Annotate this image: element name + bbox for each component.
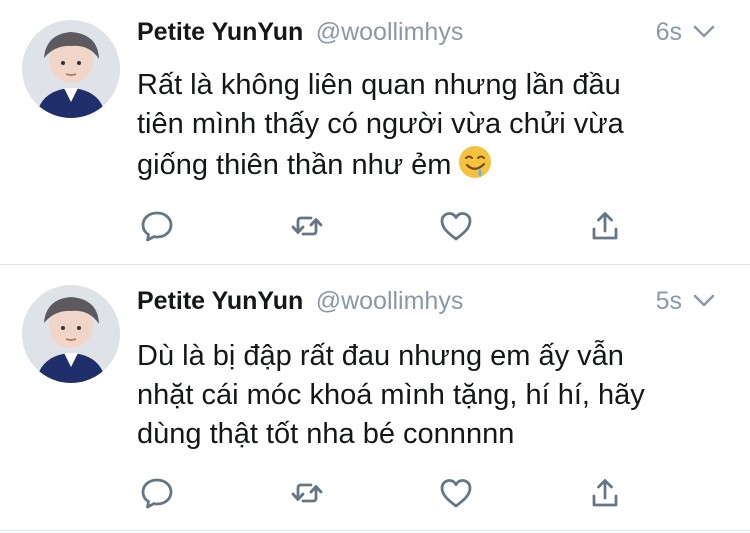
drooling-face-emoji: [459, 146, 492, 178]
tweet-text-line: dùng thật tốt nha bé connnnn: [137, 418, 515, 450]
reply-button[interactable]: [137, 473, 177, 513]
handle[interactable]: @woollimhys: [316, 18, 464, 46]
tweet[interactable]: Petite YunYun @woollimhys 6s Rất là khôn…: [0, 0, 750, 264]
tweet-text-line: tiên mình thấy có người vừa chửi vừa: [137, 108, 624, 140]
tweet-header: Petite YunYun @woollimhys 6s: [137, 18, 722, 58]
avatar[interactable]: [22, 20, 120, 118]
share-button[interactable]: [585, 206, 625, 246]
tweet-text: Rất là không liên quan nhưng lần đầu tiê…: [137, 66, 727, 185]
reply-button[interactable]: [137, 206, 177, 246]
timestamp[interactable]: 5s: [656, 287, 682, 316]
like-button[interactable]: [436, 473, 476, 513]
tweet-actions: [137, 473, 637, 513]
reply-icon: [141, 478, 173, 509]
retweet-button[interactable]: [287, 206, 327, 246]
tweet[interactable]: Petite YunYun @woollimhys 5s Dù là bị đậ…: [0, 265, 750, 533]
divider: [0, 530, 750, 531]
tweet-text-fragment: giống thiên thần như ẻm: [137, 149, 452, 181]
tweet-text-line: giống thiên thần như ẻm: [137, 144, 727, 185]
avatar[interactable]: [22, 285, 120, 383]
reply-icon: [141, 211, 173, 242]
tweet-text-line: Dù là bị đập rất đau nhưng em ấy vẫn: [137, 340, 624, 372]
timestamp[interactable]: 6s: [656, 18, 682, 47]
share-icon: [592, 479, 618, 507]
tweet-actions: [137, 206, 637, 246]
chevron-down-icon[interactable]: [692, 293, 716, 309]
retweet-icon: [291, 216, 323, 236]
tweet-text: Dù là bị đập rất đau nhưng em ấy vẫn nhặ…: [137, 337, 727, 454]
retweet-button[interactable]: [287, 473, 327, 513]
chevron-down-icon[interactable]: [692, 24, 716, 40]
handle[interactable]: @woollimhys: [316, 287, 464, 315]
tweet-text-line: nhặt cái móc khoá mình tặng, hí hí, hãy: [137, 379, 645, 411]
tweet-header: Petite YunYun @woollimhys 5s: [137, 287, 722, 327]
share-icon: [592, 212, 618, 240]
heart-icon: [440, 212, 472, 241]
heart-icon: [440, 479, 472, 508]
display-name[interactable]: Petite YunYun: [137, 18, 303, 46]
retweet-icon: [291, 483, 323, 503]
display-name[interactable]: Petite YunYun: [137, 287, 303, 315]
share-button[interactable]: [585, 473, 625, 513]
like-button[interactable]: [436, 206, 476, 246]
tweet-text-line: Rất là không liên quan nhưng lần đầu: [137, 69, 621, 101]
